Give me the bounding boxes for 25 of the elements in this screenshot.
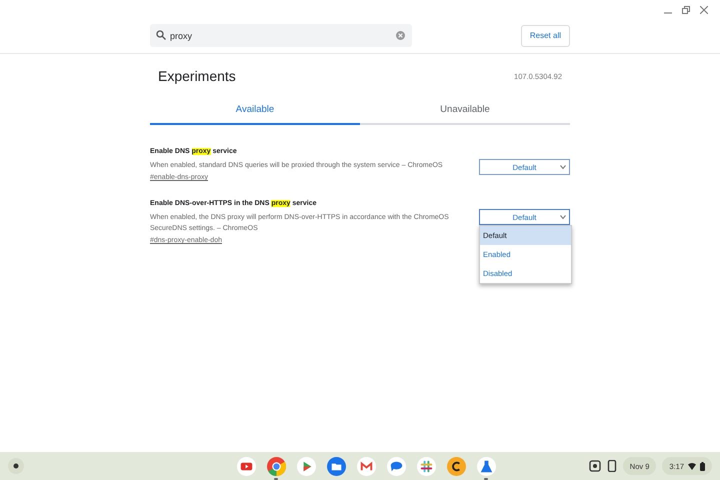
flask-icon[interactable] xyxy=(476,457,496,476)
restore-icon[interactable] xyxy=(682,6,690,14)
caret-icon xyxy=(560,164,566,170)
battery-icon xyxy=(700,462,705,470)
close-icon[interactable] xyxy=(700,6,708,14)
hash-icon[interactable] xyxy=(416,457,436,476)
folder-icon[interactable] xyxy=(326,457,346,476)
caret-icon xyxy=(560,214,566,220)
search-field[interactable]: proxy xyxy=(150,24,412,47)
wifi-icon xyxy=(688,462,696,470)
browser-icon[interactable] xyxy=(266,457,286,476)
mail-icon[interactable] xyxy=(356,457,376,476)
clear-icon[interactable] xyxy=(396,31,405,40)
search-icon xyxy=(156,30,166,40)
launcher-icon[interactable] xyxy=(8,458,24,474)
video-play-icon[interactable] xyxy=(236,457,256,476)
page-title: Experiments xyxy=(158,68,236,84)
store-icon[interactable] xyxy=(296,457,316,476)
tab[interactable]: Available xyxy=(150,104,360,125)
reset-all-button[interactable]: Reset all xyxy=(520,24,570,46)
clipboard-icon[interactable] xyxy=(588,460,601,472)
chat-icon[interactable] xyxy=(386,457,406,476)
coin-icon[interactable] xyxy=(446,457,466,476)
tab[interactable]: Unavailable xyxy=(360,104,570,125)
phone-icon[interactable] xyxy=(606,460,617,472)
